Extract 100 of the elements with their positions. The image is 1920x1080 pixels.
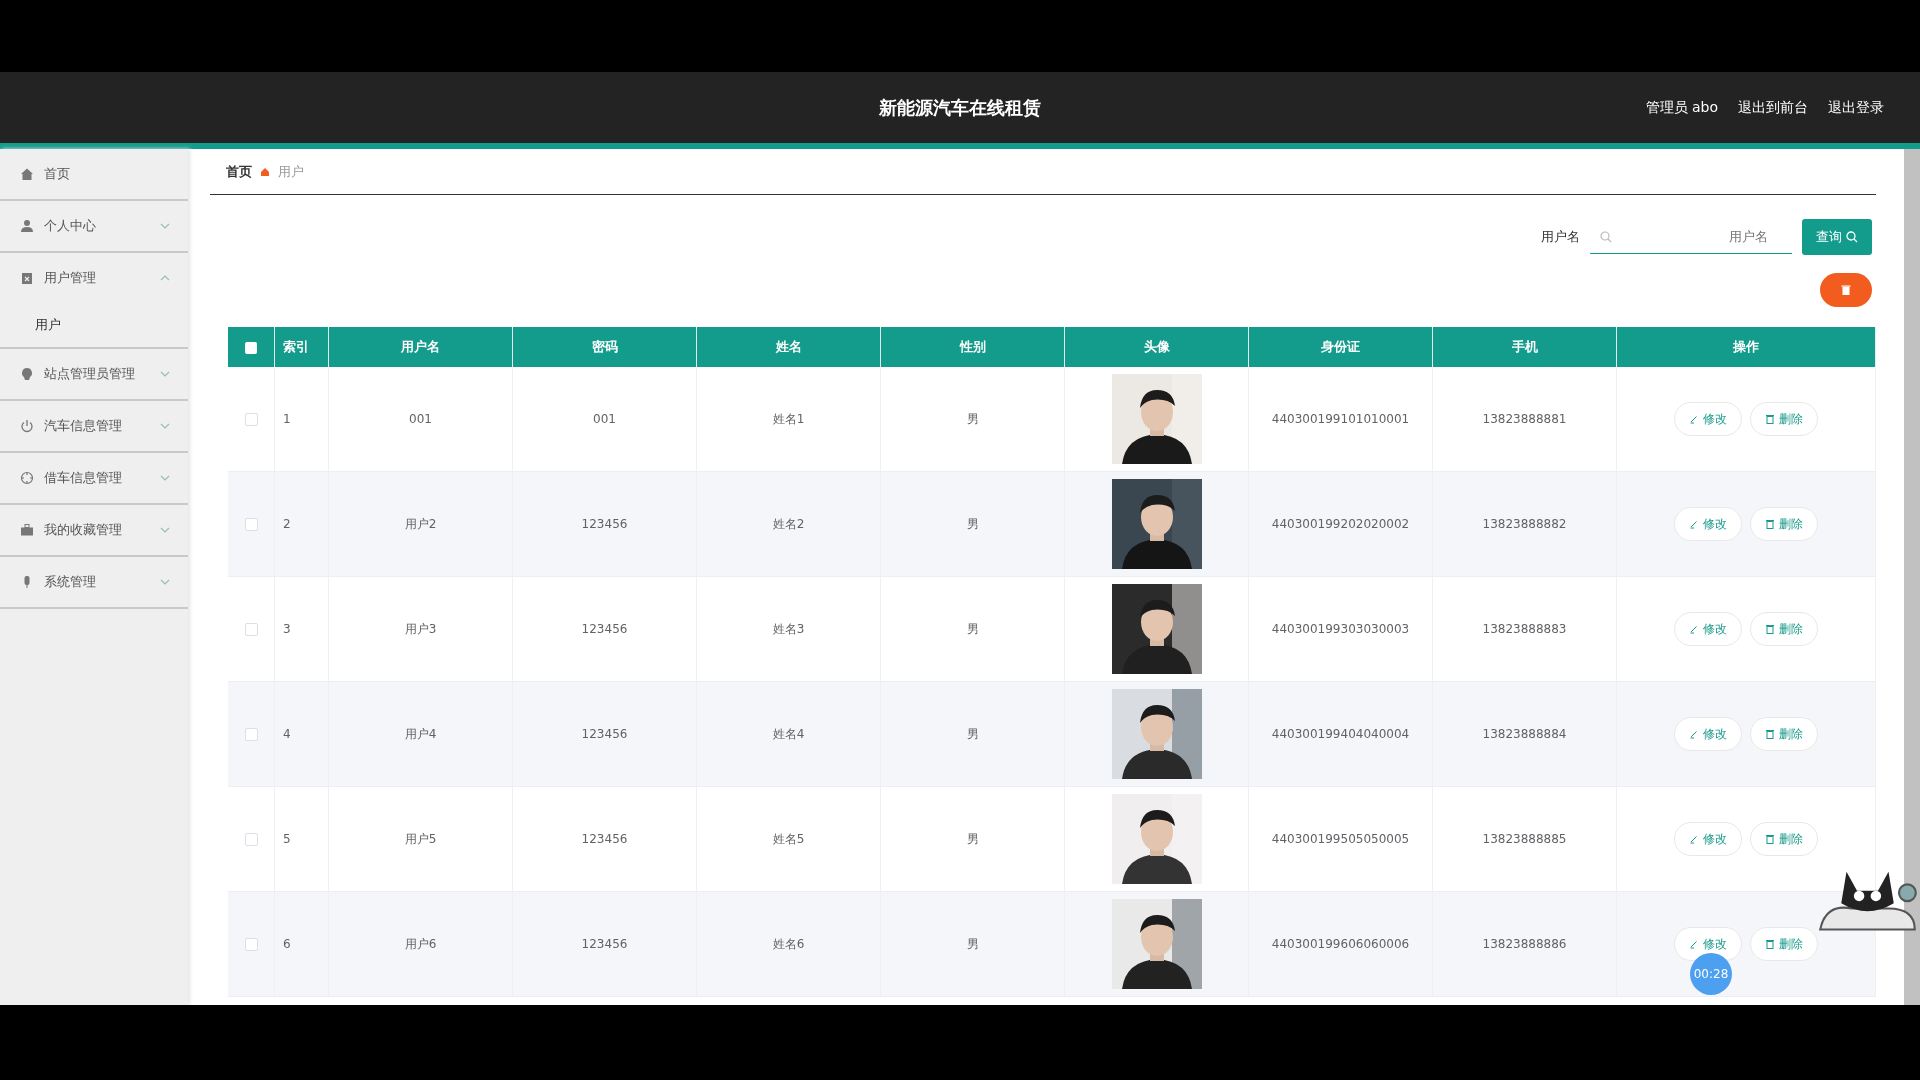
table-cell: 440300199404040004: [1271, 727, 1410, 741]
trash-icon: [1840, 284, 1852, 296]
table-cell: 姓名6: [772, 936, 805, 951]
sidebar-item[interactable]: 个人中心: [0, 201, 188, 253]
row-checkbox[interactable]: [244, 938, 258, 951]
trash-icon: [1765, 939, 1775, 949]
table-cell: 440300199606060006: [1271, 937, 1410, 951]
table-cell: 用户5: [404, 831, 437, 846]
edit-button[interactable]: 修改: [1674, 822, 1742, 856]
sidebar-item[interactable]: 借车信息管理: [0, 453, 188, 505]
edit-button[interactable]: 修改: [1674, 402, 1742, 436]
column-header: 密码: [512, 327, 697, 367]
chevron-down-icon: [160, 223, 170, 229]
table-cell: 123456: [581, 517, 628, 531]
search-button[interactable]: 查询: [1802, 219, 1872, 255]
chevron-down-icon: [160, 475, 170, 481]
table-cell: 男: [966, 726, 979, 741]
app-title: 新能源汽车在线租赁: [879, 95, 1041, 120]
row-checkbox[interactable]: [244, 518, 258, 531]
bulb-icon: [20, 367, 34, 381]
trash-icon: [1765, 624, 1775, 634]
sidebar-item[interactable]: 用户管理: [0, 253, 188, 303]
trash-icon: [1765, 834, 1775, 844]
table-cell: 5: [283, 832, 291, 846]
search-icon: [1846, 231, 1858, 243]
trash-icon: [1765, 414, 1775, 424]
table-cell: 440300199202020002: [1271, 517, 1410, 531]
column-header: 索引: [274, 327, 329, 367]
breadcrumb-item[interactable]: 首页: [226, 162, 252, 181]
target-icon: [20, 471, 34, 485]
row-checkbox[interactable]: [244, 728, 258, 741]
power-icon: [20, 419, 34, 433]
delete-row-button[interactable]: 删除: [1750, 927, 1818, 961]
pencil-icon: [1689, 519, 1699, 529]
home-icon: [20, 167, 34, 181]
briefcase-icon: [20, 523, 34, 537]
table-cell: 123456: [581, 727, 628, 741]
table-cell: 123456: [581, 832, 628, 846]
table-cell: 13823888882: [1482, 517, 1567, 531]
delete-row-button[interactable]: 删除: [1750, 507, 1818, 541]
table-cell: 男: [966, 831, 979, 846]
sidebar-item[interactable]: 首页: [0, 149, 188, 201]
edit-button[interactable]: 修改: [1674, 717, 1742, 751]
chevron-up-icon: [160, 275, 170, 281]
delete-row-button[interactable]: 删除: [1750, 717, 1818, 751]
table-cell: 男: [966, 621, 979, 636]
table-cell: 13823888881: [1482, 412, 1567, 426]
table-cell: 440300199505050005: [1271, 832, 1410, 846]
table-cell: 姓名1: [772, 411, 805, 426]
column-header: 身份证: [1248, 327, 1433, 367]
table-cell: 用户6: [404, 936, 437, 951]
delete-button[interactable]: [1820, 273, 1872, 307]
table-cell: 13823888883: [1482, 622, 1567, 636]
submenu-item[interactable]: 用户: [0, 303, 188, 347]
table-cell: 用户3: [404, 621, 437, 636]
header-link[interactable]: 退出到前台: [1738, 98, 1808, 117]
sidebar-item[interactable]: 站点管理员管理: [0, 349, 188, 401]
header-link[interactable]: 管理员 abo: [1645, 98, 1718, 117]
search-label: 用户名: [1541, 228, 1580, 246]
search-field[interactable]: 用户名: [1590, 220, 1792, 254]
column-header: 手机: [1432, 327, 1617, 367]
table-cell: 1: [283, 412, 291, 426]
search-icon: [1600, 231, 1612, 243]
trash-icon: [1765, 729, 1775, 739]
row-checkbox[interactable]: [244, 623, 258, 636]
column-header: 操作: [1616, 327, 1876, 367]
edit-button[interactable]: 修改: [1674, 927, 1742, 961]
edit-button[interactable]: 修改: [1674, 612, 1742, 646]
edit-button[interactable]: 修改: [1674, 507, 1742, 541]
delete-row-button[interactable]: 删除: [1750, 402, 1818, 436]
row-checkbox[interactable]: [244, 413, 258, 426]
column-header: 头像: [1064, 327, 1249, 367]
delete-row-button[interactable]: 删除: [1750, 822, 1818, 856]
pencil-icon: [1689, 624, 1699, 634]
chevron-down-icon: [160, 579, 170, 585]
table-cell: 姓名2: [772, 516, 805, 531]
table-cell: 4: [283, 727, 291, 741]
pencil-icon: [1689, 939, 1699, 949]
row-checkbox[interactable]: [244, 833, 258, 846]
chevron-down-icon: [160, 371, 170, 377]
sidebar-item[interactable]: 我的收藏管理: [0, 505, 188, 557]
scrollbar[interactable]: [1904, 149, 1920, 1005]
table-cell: 13823888886: [1482, 937, 1567, 951]
delete-row-button[interactable]: 删除: [1750, 612, 1818, 646]
table-cell: 男: [966, 936, 979, 951]
breadcrumb-item[interactable]: 用户: [278, 162, 304, 181]
select-all-checkbox[interactable]: [245, 342, 257, 354]
table-cell: 123456: [581, 937, 628, 951]
header-link[interactable]: 退出登录: [1828, 98, 1884, 117]
table-cell: 用户4: [404, 726, 437, 741]
table-cell: 用户2: [404, 516, 437, 531]
table-cell: 13823888885: [1482, 832, 1567, 846]
table-cell: 440300199101010001: [1271, 412, 1410, 426]
user-icon: [20, 219, 34, 233]
sidebar-item[interactable]: 汽车信息管理: [0, 401, 188, 453]
table-cell: 男: [966, 411, 979, 426]
column-header: 用户名: [328, 327, 513, 367]
table-cell: 姓名5: [772, 831, 805, 846]
table-cell: 001: [593, 412, 616, 426]
sidebar-item[interactable]: 系统管理: [0, 557, 188, 609]
